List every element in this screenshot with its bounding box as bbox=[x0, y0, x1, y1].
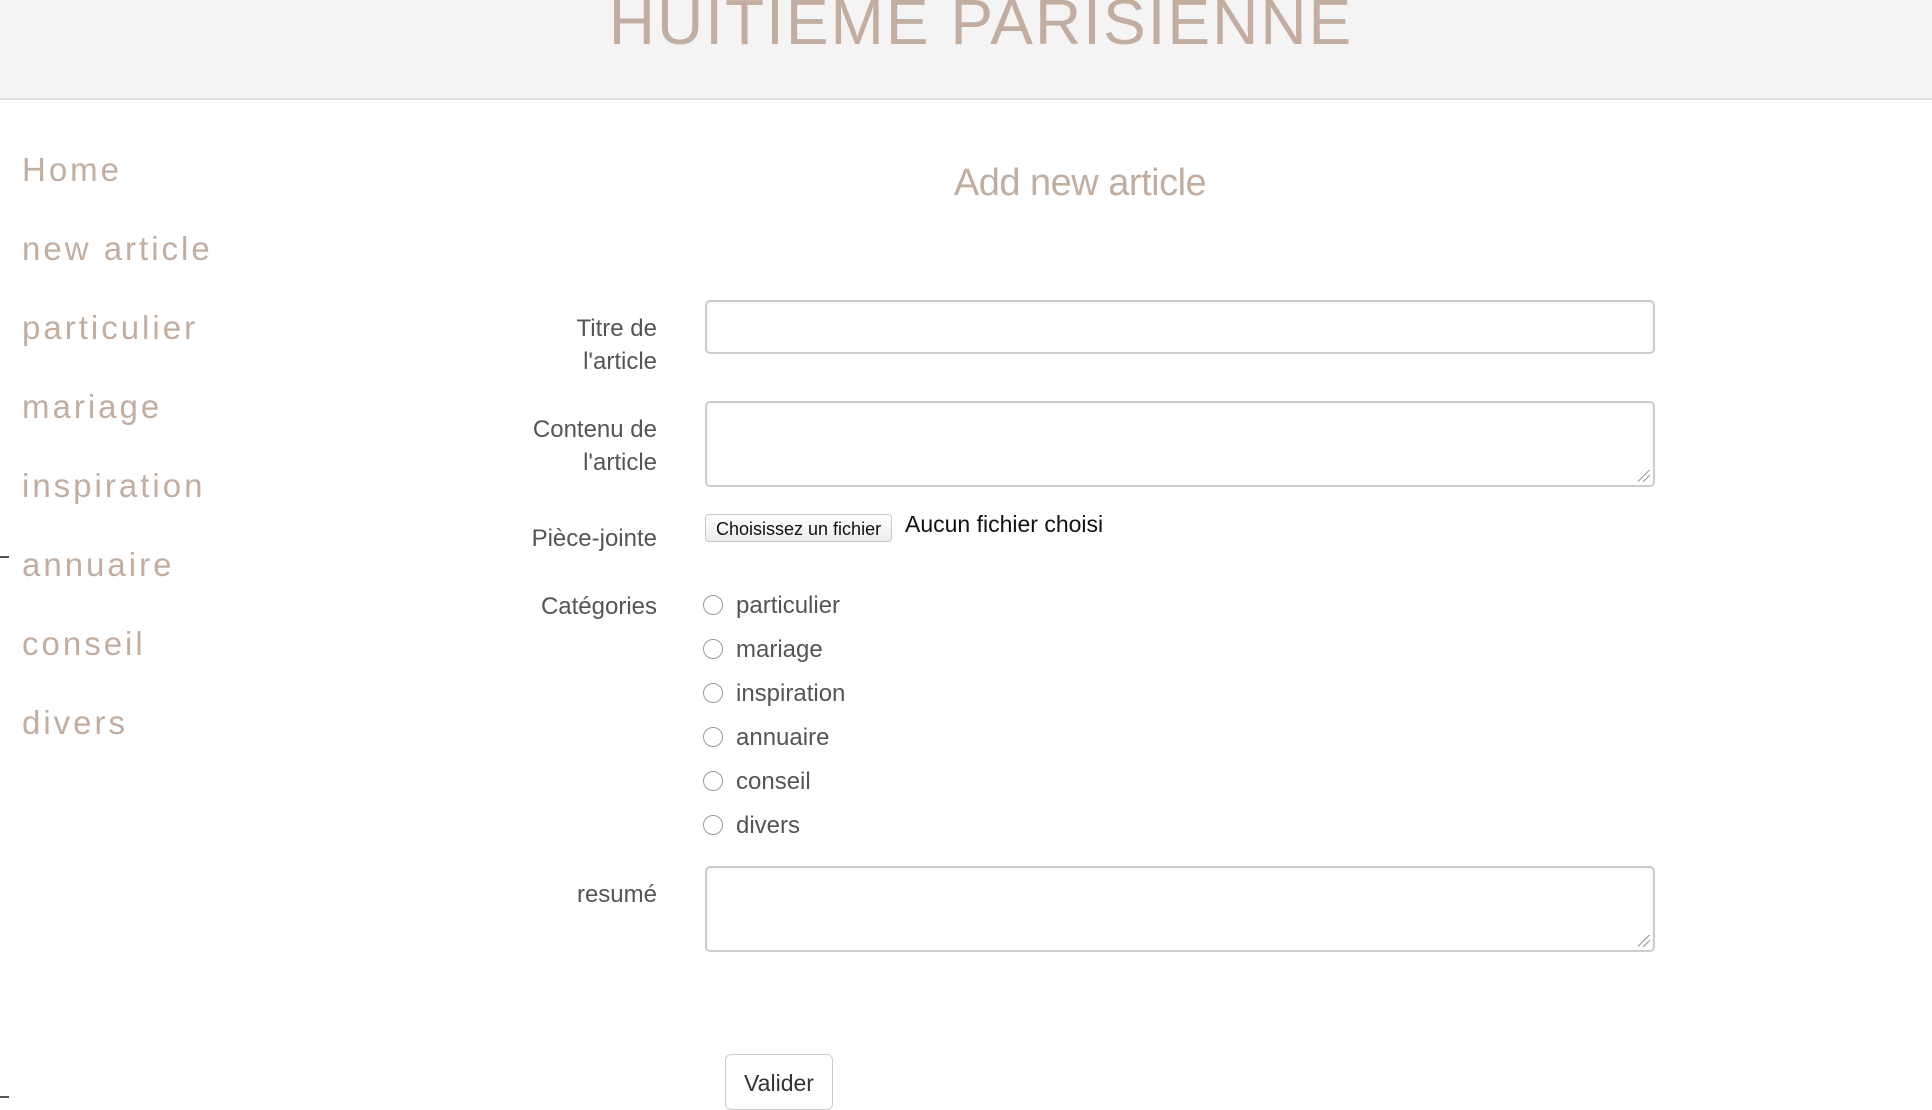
title-label-line2: l'article bbox=[583, 348, 657, 375]
radio-button[interactable] bbox=[703, 815, 723, 835]
radio-label[interactable]: divers bbox=[736, 809, 800, 843]
sidebar-item-conseil[interactable]: conseil bbox=[22, 624, 146, 664]
title-field-label: Titre de l'article bbox=[577, 312, 657, 378]
sidebar-item-divers[interactable]: divers bbox=[22, 703, 128, 743]
edge-divider bbox=[0, 1096, 9, 1098]
sidebar-item-particulier[interactable]: particulier bbox=[22, 308, 198, 348]
radio-button[interactable] bbox=[703, 683, 723, 703]
article-title-input[interactable] bbox=[705, 300, 1655, 354]
radio-button[interactable] bbox=[703, 771, 723, 791]
site-header: HUITIEME PARISIENNE bbox=[0, 0, 1932, 100]
edge-divider bbox=[0, 556, 9, 558]
radio-label[interactable]: conseil bbox=[736, 765, 811, 799]
sidebar-item-mariage[interactable]: mariage bbox=[22, 387, 162, 427]
content-field-label: Contenu de l'article bbox=[533, 413, 657, 479]
title-label-line1: Titre de bbox=[576, 315, 657, 342]
page-title: Add new article bbox=[953, 162, 1207, 204]
radio-label[interactable]: mariage bbox=[736, 633, 823, 667]
sidebar-item-new-article[interactable]: new article bbox=[22, 229, 213, 269]
site-title[interactable]: HUITIEME PARISIENNE bbox=[15, 0, 1932, 62]
article-content-textarea[interactable] bbox=[705, 401, 1655, 487]
sidebar-item-home[interactable]: Home bbox=[22, 150, 122, 190]
sidebar-item-annuaire[interactable]: annuaire bbox=[22, 545, 174, 585]
categories-label: Catégories bbox=[540, 593, 657, 620]
radio-label[interactable]: particulier bbox=[736, 589, 840, 623]
summary-label: resumé bbox=[576, 881, 657, 908]
content-label-line2: l'article bbox=[583, 449, 657, 476]
radio-button[interactable] bbox=[703, 639, 723, 659]
resize-handle[interactable] bbox=[1638, 470, 1650, 482]
attachment-label: Pièce-jointe bbox=[531, 525, 657, 552]
radio-label[interactable]: annuaire bbox=[736, 721, 829, 755]
choose-file-button[interactable]: Choisissez un fichier bbox=[705, 514, 893, 542]
radio-button[interactable] bbox=[703, 727, 723, 747]
resize-handle[interactable] bbox=[1638, 935, 1650, 947]
sidebar-item-inspiration[interactable]: inspiration bbox=[22, 466, 205, 506]
summary-textarea[interactable] bbox=[705, 866, 1655, 952]
content-label-line1: Contenu de bbox=[532, 416, 657, 443]
submit-button[interactable]: Valider bbox=[725, 1054, 833, 1110]
radio-button[interactable] bbox=[703, 595, 723, 615]
file-status-text: Aucun fichier choisi bbox=[905, 511, 1104, 537]
radio-label[interactable]: inspiration bbox=[736, 677, 845, 711]
